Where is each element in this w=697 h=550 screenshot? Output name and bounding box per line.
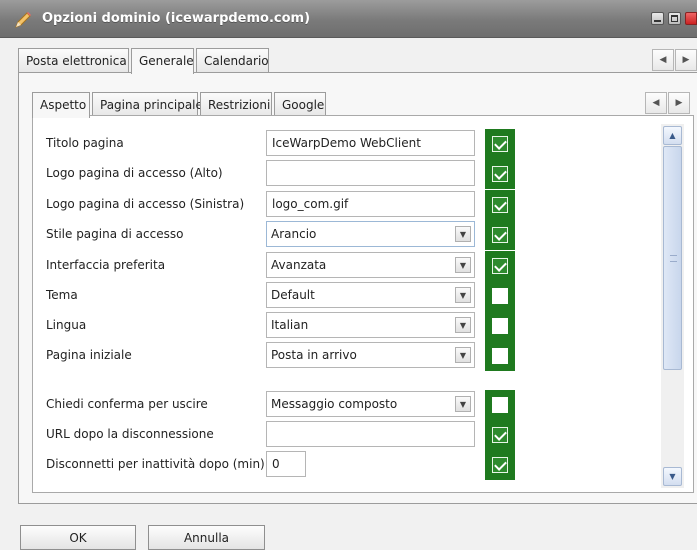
chevron-down-icon[interactable]: ▼: [455, 257, 471, 273]
checkmark-icon: [492, 166, 508, 182]
tab-posta-elettronica[interactable]: Posta elettronica: [18, 48, 129, 73]
tab-google[interactable]: Google: [274, 92, 326, 117]
field-label: Pagina iniziale: [46, 348, 132, 362]
logo-alto-input[interactable]: [266, 160, 475, 186]
checkmark-icon: [492, 227, 508, 243]
select-value: Posta in arrivo: [271, 348, 357, 362]
inattivita-checkbox[interactable]: [485, 450, 515, 480]
field-row-pagina-iniziale: Pagina iniziale Posta in arrivo ▼: [46, 341, 516, 371]
tab-calendario[interactable]: Calendario: [196, 48, 269, 73]
field-label: Lingua: [46, 318, 87, 332]
chevron-down-icon[interactable]: ▼: [455, 347, 471, 363]
interfaccia-checkbox[interactable]: [485, 251, 515, 281]
ok-button[interactable]: OK: [20, 525, 136, 550]
window-title: Opzioni dominio (icewarpdemo.com): [42, 11, 311, 26]
pencil-icon: [15, 12, 31, 28]
field-label: Chiedi conferma per uscire: [46, 397, 208, 411]
lingua-checkbox[interactable]: [485, 311, 515, 341]
tab-restrizioni[interactable]: Restrizioni: [200, 92, 272, 117]
chevron-down-icon[interactable]: ▼: [455, 317, 471, 333]
field-row-tema: Tema Default ▼: [46, 281, 516, 311]
select-value: Default: [271, 288, 315, 302]
url-disconnessione-input[interactable]: [266, 421, 475, 447]
field-row-chiedi-conferma: Chiedi conferma per uscire Messaggio com…: [46, 390, 516, 420]
lingua-select[interactable]: Italian ▼: [266, 312, 475, 338]
cancel-button[interactable]: Annulla: [148, 525, 265, 550]
outer-tab-nav: ◀ ▶: [651, 49, 697, 71]
tab-generale[interactable]: Generale: [131, 48, 194, 74]
field-label: Interfaccia preferita: [46, 258, 166, 272]
select-value: Arancio: [271, 227, 317, 241]
select-value: Messaggio composto: [271, 397, 398, 411]
field-label: Titolo pagina: [46, 136, 124, 150]
pagina-iniziale-select[interactable]: Posta in arrivo ▼: [266, 342, 475, 368]
logo-alto-checkbox[interactable]: [485, 159, 515, 189]
scroll-down-icon[interactable]: ▼: [663, 467, 682, 486]
checkmark-icon: [492, 136, 508, 152]
field-label: Logo pagina di accesso (Sinistra): [46, 197, 245, 211]
stile-pagina-checkbox[interactable]: [485, 220, 515, 250]
titolo-pagina-input[interactable]: IceWarpDemo WebClient: [266, 130, 475, 156]
checkmark-icon: [492, 197, 508, 213]
field-label: Stile pagina di accesso: [46, 227, 184, 241]
titolo-pagina-checkbox[interactable]: [485, 129, 515, 159]
field-label: URL dopo la disconnessione: [46, 427, 214, 441]
field-row-inattivita: Disconnetti per inattività dopo (min) 0: [46, 450, 516, 480]
outer-tab-prev-button[interactable]: ◀: [652, 49, 674, 71]
inner-tab-next-button[interactable]: ▶: [668, 92, 690, 114]
field-row-logo-sinistra: Logo pagina di accesso (Sinistra) logo_c…: [46, 190, 516, 220]
inner-tab-nav: ◀ ▶: [644, 92, 690, 114]
checkmark-icon: [492, 258, 508, 274]
field-row-stile-pagina: Stile pagina di accesso Arancio ▼: [46, 220, 516, 250]
field-label: Disconnetti per inattività dopo (min): [46, 457, 265, 471]
outer-tab-next-button[interactable]: ▶: [675, 49, 697, 71]
scroll-thumb[interactable]: [663, 146, 682, 370]
interfaccia-select[interactable]: Avanzata ▼: [266, 252, 475, 278]
grip-icon: [670, 255, 677, 262]
tema-checkbox[interactable]: [485, 281, 515, 311]
logo-sinistra-checkbox[interactable]: [485, 190, 515, 220]
chevron-down-icon[interactable]: ▼: [455, 287, 471, 303]
scroll-up-icon[interactable]: ▲: [663, 126, 682, 145]
chevron-down-icon[interactable]: ▼: [455, 396, 471, 412]
inattivita-input[interactable]: 0: [266, 451, 306, 477]
minimize-button[interactable]: [651, 12, 664, 25]
tema-select[interactable]: Default ▼: [266, 282, 475, 308]
pagina-iniziale-checkbox[interactable]: [485, 341, 515, 371]
logo-sinistra-input[interactable]: logo_com.gif: [266, 191, 475, 217]
chiedi-conferma-select[interactable]: Messaggio composto ▼: [266, 391, 475, 417]
field-row-url-disconnessione: URL dopo la disconnessione: [46, 420, 516, 450]
close-button[interactable]: [685, 12, 697, 25]
field-row-interfaccia: Interfaccia preferita Avanzata ▼: [46, 251, 516, 281]
field-label: Tema: [46, 288, 78, 302]
field-row-logo-alto: Logo pagina di accesso (Alto): [46, 159, 516, 189]
chevron-down-icon[interactable]: ▼: [455, 226, 471, 242]
select-value: Avanzata: [271, 258, 327, 272]
checkmark-icon: [492, 457, 508, 473]
field-row-lingua: Lingua Italian ▼: [46, 311, 516, 341]
title-bar[interactable]: Opzioni dominio (icewarpdemo.com): [0, 0, 697, 38]
field-label: Logo pagina di accesso (Alto): [46, 166, 223, 180]
maximize-button[interactable]: [668, 12, 681, 25]
tab-aspetto[interactable]: Aspetto: [32, 92, 90, 118]
inner-tab-prev-button[interactable]: ◀: [645, 92, 667, 114]
field-row-titolo-pagina: Titolo pagina IceWarpDemo WebClient: [46, 129, 516, 159]
chiedi-conferma-checkbox[interactable]: [485, 390, 515, 420]
vertical-scrollbar[interactable]: ▲ ▼: [661, 124, 684, 488]
checkmark-icon: [492, 427, 508, 443]
stile-pagina-select[interactable]: Arancio ▼: [266, 221, 475, 247]
tab-pagina-principale[interactable]: Pagina principale: [92, 92, 203, 117]
url-disconnessione-checkbox[interactable]: [485, 420, 515, 450]
select-value: Italian: [271, 318, 309, 332]
